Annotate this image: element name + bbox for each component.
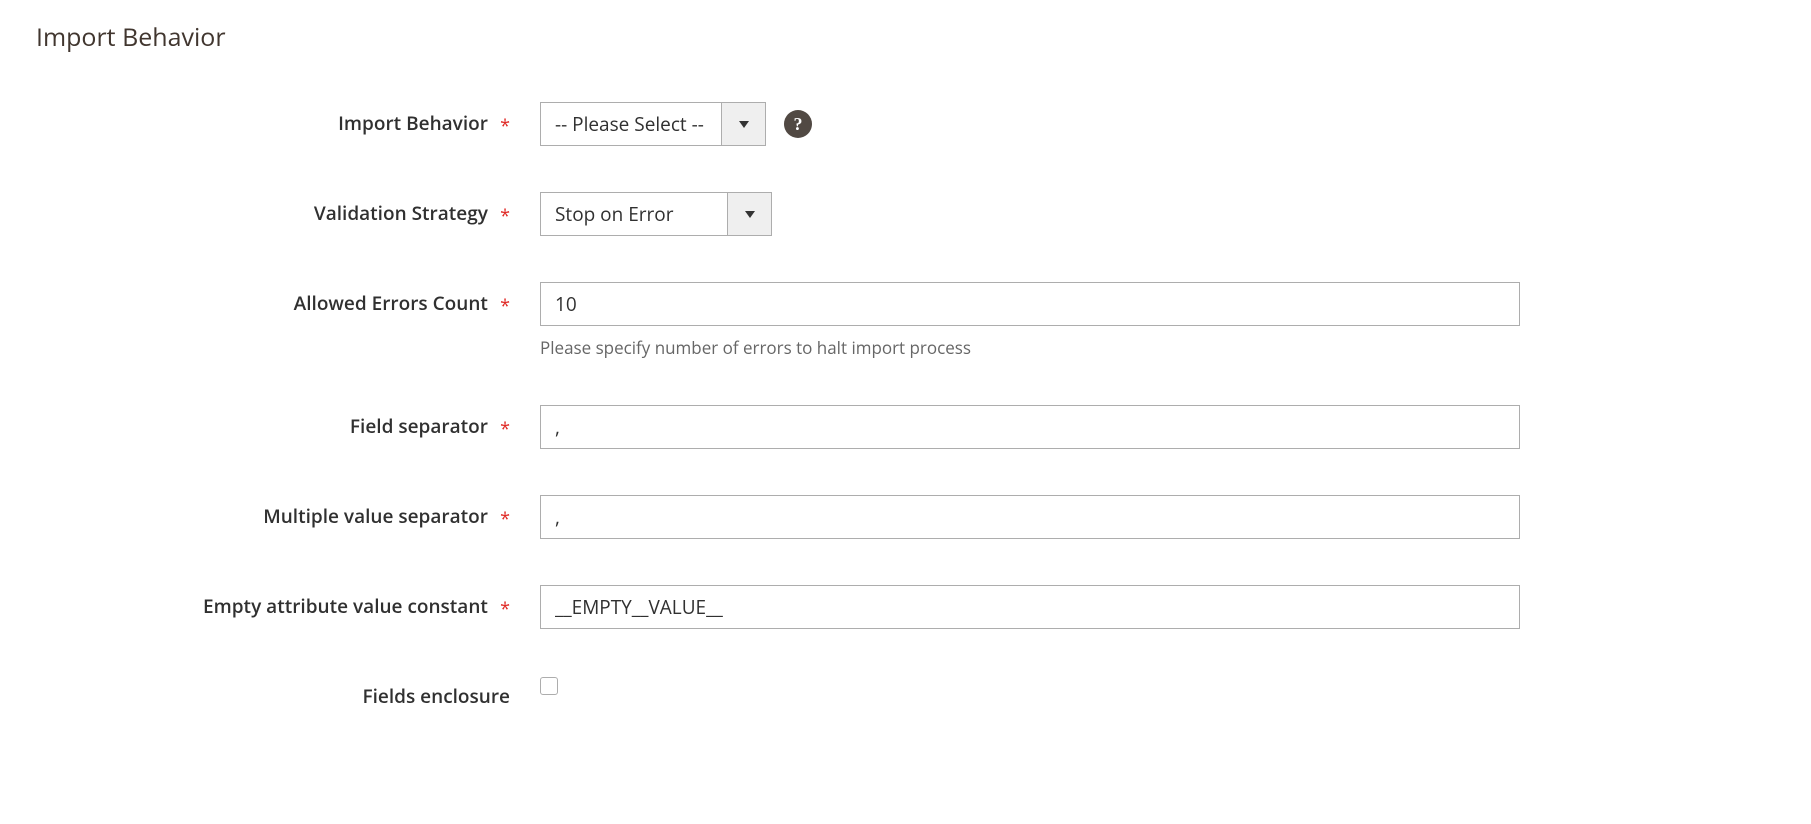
- required-mark-icon: *: [500, 204, 510, 228]
- multiple-value-separator-label: Multiple value separator: [263, 503, 488, 529]
- required-mark-icon: *: [500, 114, 510, 138]
- caret-down-icon: [739, 121, 749, 128]
- required-mark-icon: *: [500, 597, 510, 621]
- label-col: Allowed Errors Count *: [36, 282, 540, 316]
- validation-strategy-label: Validation Strategy: [314, 200, 488, 226]
- allowed-errors-note: Please specify number of errors to halt …: [540, 336, 1520, 359]
- select-value: Stop on Error: [541, 193, 727, 235]
- row-allowed-errors: Allowed Errors Count * Please specify nu…: [36, 282, 1775, 359]
- import-behavior-label: Import Behavior: [338, 110, 488, 136]
- fields-enclosure-label: Fields enclosure: [363, 683, 511, 709]
- required-mark-icon: *: [500, 507, 510, 531]
- section-title: Import Behavior: [36, 20, 1775, 54]
- validation-strategy-select[interactable]: Stop on Error: [540, 192, 772, 236]
- control-col: -- Please Select -- ?: [540, 102, 1520, 146]
- row-multiple-value-separator: Multiple value separator *: [36, 495, 1775, 539]
- row-validation-strategy: Validation Strategy * Stop on Error: [36, 192, 1775, 236]
- control-col: [540, 675, 1520, 695]
- import-behavior-select[interactable]: -- Please Select --: [540, 102, 766, 146]
- caret-down-icon: [745, 211, 755, 218]
- control-col: [540, 405, 1520, 449]
- control-col: Please specify number of errors to halt …: [540, 282, 1520, 359]
- row-import-behavior: Import Behavior * -- Please Select -- ?: [36, 102, 1775, 146]
- field-separator-input[interactable]: [540, 405, 1520, 449]
- control-col: [540, 585, 1520, 629]
- empty-attribute-constant-input[interactable]: [540, 585, 1520, 629]
- required-mark-icon: *: [500, 417, 510, 441]
- control-col: [540, 495, 1520, 539]
- row-fields-enclosure: Fields enclosure: [36, 675, 1775, 709]
- label-col: Multiple value separator *: [36, 495, 540, 529]
- select-value: -- Please Select --: [541, 103, 721, 145]
- label-col: Fields enclosure: [36, 675, 540, 709]
- label-col: Empty attribute value constant *: [36, 585, 540, 619]
- fields-enclosure-checkbox[interactable]: [540, 677, 558, 695]
- allowed-errors-input[interactable]: [540, 282, 1520, 326]
- control-col: Stop on Error: [540, 192, 1520, 236]
- empty-attribute-constant-label: Empty attribute value constant: [203, 593, 488, 619]
- multiple-value-separator-input[interactable]: [540, 495, 1520, 539]
- label-col: Field separator *: [36, 405, 540, 439]
- select-dropdown-button[interactable]: [721, 103, 765, 145]
- required-mark-icon: *: [500, 294, 510, 318]
- label-col: Validation Strategy *: [36, 192, 540, 226]
- row-field-separator: Field separator *: [36, 405, 1775, 449]
- select-dropdown-button[interactable]: [727, 193, 771, 235]
- label-col: Import Behavior *: [36, 102, 540, 136]
- row-empty-attribute-constant: Empty attribute value constant *: [36, 585, 1775, 629]
- allowed-errors-label: Allowed Errors Count: [294, 290, 488, 316]
- field-separator-label: Field separator: [350, 413, 488, 439]
- help-icon[interactable]: ?: [784, 110, 812, 138]
